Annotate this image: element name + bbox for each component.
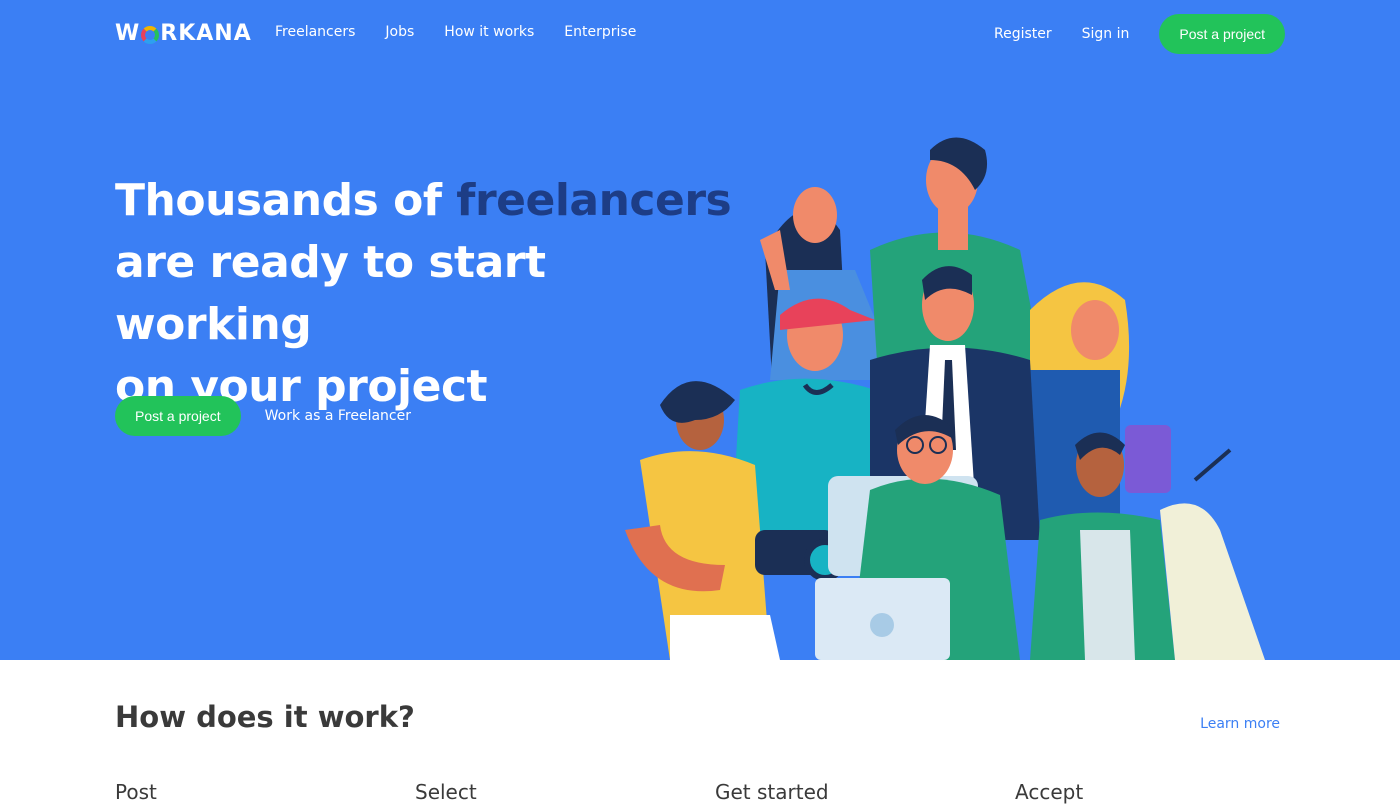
logo-ring-icon: [141, 26, 160, 44]
step-get-started: Get started: [715, 780, 829, 804]
hero-section: W RKANA Freelancers Jobs How it works En…: [0, 0, 1400, 660]
nav-link-enterprise[interactable]: Enterprise: [564, 24, 636, 40]
how-it-works-title: How does it work?: [115, 700, 415, 734]
nav-link-freelancers[interactable]: Freelancers: [275, 24, 355, 40]
how-it-works-section: How does it work? Learn more Post Select…: [0, 660, 1400, 804]
nav-links: Freelancers Jobs How it works Enterprise: [275, 24, 636, 40]
top-navbar: W RKANA Freelancers Jobs How it works En…: [0, 0, 1400, 66]
logo-text-rest: RKANA: [160, 20, 252, 46]
hero-cta-row: Post a project Work as a Freelancer: [115, 396, 411, 436]
headline-line-2: are ready to start working: [115, 237, 546, 350]
nav-actions: Register Sign in Post a project: [994, 14, 1285, 54]
workana-logo[interactable]: W RKANA: [115, 20, 252, 46]
learn-more-link[interactable]: Learn more: [1200, 716, 1280, 732]
nav-link-how-it-works[interactable]: How it works: [444, 24, 534, 40]
nav-post-project-button[interactable]: Post a project: [1159, 14, 1285, 54]
headline-line-1: Thousands of: [115, 175, 457, 226]
step-select: Select: [415, 780, 477, 804]
logo-text-w: W: [115, 20, 141, 46]
sign-in-link[interactable]: Sign in: [1082, 26, 1130, 42]
step-accept: Accept: [1015, 780, 1084, 804]
nav-link-jobs[interactable]: Jobs: [385, 24, 414, 40]
freelancers-illustration: [625, 137, 1265, 660]
step-post: Post: [115, 780, 157, 804]
hero-post-project-button[interactable]: Post a project: [115, 396, 241, 436]
work-as-freelancer-link[interactable]: Work as a Freelancer: [265, 408, 411, 424]
register-link[interactable]: Register: [994, 26, 1052, 42]
steps-row: Post Select Get started Accept: [115, 780, 1315, 804]
